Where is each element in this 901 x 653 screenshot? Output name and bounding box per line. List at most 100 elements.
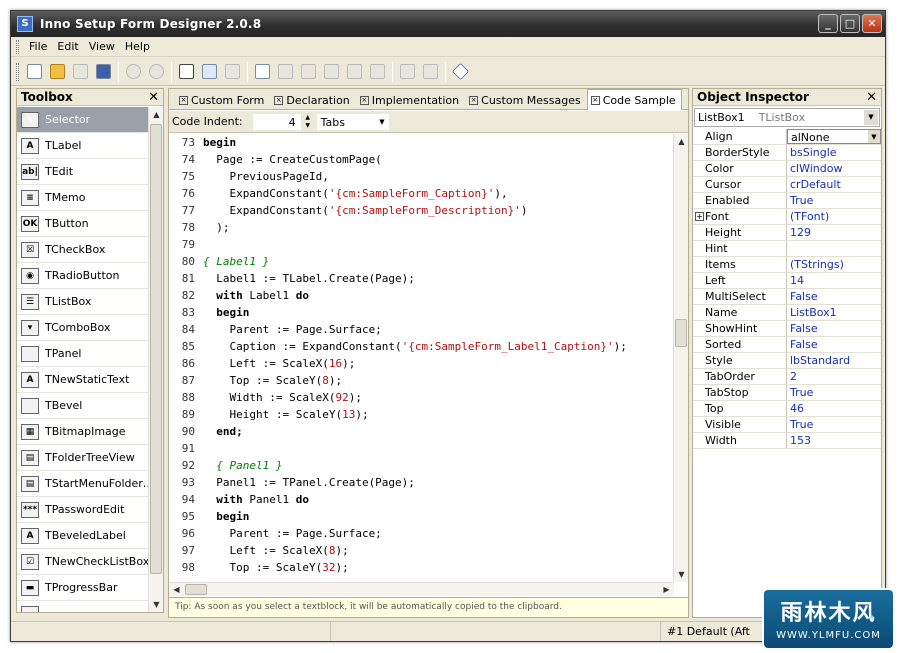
toolbox-item[interactable]: ☰ TListBox	[17, 289, 148, 315]
code-vertical-scrollbar[interactable]: ▲ ▼	[673, 134, 688, 582]
property-row[interactable]: Top 46	[693, 401, 881, 417]
scroll-right-icon[interactable]: ▶	[659, 583, 674, 596]
chevron-down-icon[interactable]: ▼	[868, 130, 880, 143]
property-value[interactable]: False	[787, 289, 881, 304]
property-row[interactable]: MultiSelect False	[693, 289, 881, 305]
property-value[interactable]: 46	[787, 401, 881, 416]
property-value[interactable]: alNone ▼	[787, 129, 881, 144]
tab-close-icon[interactable]: ×	[274, 95, 284, 105]
property-value[interactable]: True	[787, 417, 881, 432]
property-value[interactable]: crDefault	[787, 177, 881, 192]
scroll-down-icon[interactable]: ▼	[674, 567, 689, 582]
property-value[interactable]: 153	[787, 433, 881, 448]
tab-close-icon[interactable]: ×	[469, 95, 479, 105]
lock-icon[interactable]	[419, 61, 441, 83]
expand-icon[interactable]: +	[695, 212, 704, 221]
property-row[interactable]: + Font (TFont)	[693, 209, 881, 225]
tab-code-sample[interactable]: × Code Sample	[586, 89, 682, 110]
toolbox-item[interactable]: ab| TEdit	[17, 159, 148, 185]
cut-icon[interactable]	[175, 61, 197, 83]
tab-declaration[interactable]: × Declaration	[270, 90, 355, 109]
property-value[interactable]: False	[787, 337, 881, 352]
property-value[interactable]: True	[787, 385, 881, 400]
property-row[interactable]: Cursor crDefault	[693, 177, 881, 193]
toolbox-item[interactable]: A TNewStaticText	[17, 367, 148, 393]
indent-stepper[interactable]: ▲ ▼	[303, 114, 313, 130]
toolbox-item[interactable]: ↖ Selector	[17, 107, 148, 133]
toolbox-item[interactable]: ≡ TMemo	[17, 185, 148, 211]
property-value[interactable]: 2	[787, 369, 881, 384]
property-row[interactable]: TabStop True	[693, 385, 881, 401]
toolbox-item[interactable]: OK TButton	[17, 211, 148, 237]
menu-edit[interactable]: Edit	[52, 40, 83, 53]
property-row[interactable]: Items (TStrings)	[693, 257, 881, 273]
property-value[interactable]: True	[787, 193, 881, 208]
toolbox-item[interactable]: TPanel	[17, 341, 148, 367]
tab-close-icon[interactable]: ×	[179, 95, 188, 105]
close-button[interactable]: ✕	[862, 14, 882, 33]
scroll-left-icon[interactable]: ◀	[169, 583, 184, 596]
send-back-icon[interactable]	[297, 61, 319, 83]
maximize-button[interactable]: □	[840, 14, 860, 33]
property-row[interactable]: Align alNone ▼	[693, 129, 881, 145]
property-row[interactable]: Name ListBox1	[693, 305, 881, 321]
align-grid-icon[interactable]	[251, 61, 273, 83]
scroll-thumb[interactable]	[150, 124, 162, 574]
toolbox-item[interactable]: ▬ TProgressBar	[17, 575, 148, 601]
property-value[interactable]: False	[787, 321, 881, 336]
property-row[interactable]: Enabled True	[693, 193, 881, 209]
toolbox-item[interactable]: A TLabel	[17, 133, 148, 159]
property-row[interactable]: Sorted False	[693, 337, 881, 353]
grid-icon[interactable]	[366, 61, 388, 83]
duplicate-icon[interactable]	[396, 61, 418, 83]
tab-implementation[interactable]: × Implementation	[356, 90, 465, 109]
save-icon[interactable]	[69, 61, 91, 83]
undo-icon[interactable]	[122, 61, 144, 83]
property-value[interactable]: (TFont)	[787, 209, 881, 224]
scroll-thumb[interactable]	[185, 584, 207, 595]
property-value[interactable]: clWindow	[787, 161, 881, 176]
toolbox-item[interactable]: ☒ TCheckBox	[17, 237, 148, 263]
property-value[interactable]: (TStrings)	[787, 257, 881, 272]
indent-unit-select[interactable]: Tabs ▼	[316, 113, 389, 130]
property-row[interactable]: Width 153	[693, 433, 881, 449]
property-value[interactable]: 14	[787, 273, 881, 288]
property-row[interactable]: Height 129	[693, 225, 881, 241]
toolbox-item[interactable]: A TBeveledLabel	[17, 523, 148, 549]
property-row[interactable]: BorderStyle bsSingle	[693, 145, 881, 161]
menu-view[interactable]: View	[84, 40, 120, 53]
menu-file[interactable]: File	[24, 40, 52, 53]
toolbox-scrollbar[interactable]: ▲ ▼	[148, 107, 163, 612]
toolbox-item[interactable]: ▤ TStartMenuFolder…	[17, 471, 148, 497]
toolbox-item[interactable]: ◉ TRadioButton	[17, 263, 148, 289]
toolbox-item[interactable]: ☑ TNewCheckListBox	[17, 549, 148, 575]
property-row[interactable]: TabOrder 2	[693, 369, 881, 385]
property-value[interactable]: 129	[787, 225, 881, 240]
title-bar[interactable]: S Inno Setup Form Designer 2.0.8 _ □ ✕	[11, 11, 885, 37]
toolbox-item[interactable]: ▦ TBitmapImage	[17, 419, 148, 445]
toolbox-item[interactable]: ▤ TFolderTreeView	[17, 445, 148, 471]
minimize-button[interactable]: _	[818, 14, 838, 33]
code-area[interactable]: 73 begin 74 Page := CreateCustomPage(75 Pr…	[169, 134, 674, 582]
copy-icon[interactable]	[198, 61, 220, 83]
property-value[interactable]: ListBox1	[787, 305, 881, 320]
align-middle-icon[interactable]	[343, 61, 365, 83]
property-row[interactable]: Left 14	[693, 273, 881, 289]
property-row[interactable]: Style lbStandard	[693, 353, 881, 369]
align-center-icon[interactable]	[320, 61, 342, 83]
tab-close-icon[interactable]: ×	[590, 95, 600, 105]
scroll-thumb[interactable]	[675, 319, 687, 347]
chevron-down-icon[interactable]: ▼	[864, 110, 878, 125]
scroll-up-icon[interactable]: ▲	[149, 107, 164, 122]
diamond-icon[interactable]	[449, 61, 471, 83]
property-value[interactable]	[787, 241, 881, 256]
indent-input[interactable]: 4	[252, 113, 301, 130]
property-row[interactable]: Color clWindow	[693, 161, 881, 177]
close-icon[interactable]: ✕	[866, 90, 877, 105]
redo-icon[interactable]	[145, 61, 167, 83]
save-as-icon[interactable]	[92, 61, 114, 83]
object-selector[interactable]: ListBox1 TListBox ▼	[694, 108, 880, 127]
code-horizontal-scrollbar[interactable]: ◀ ▶	[169, 582, 674, 596]
tab-close-icon[interactable]: ×	[359, 95, 369, 105]
property-row[interactable]: Visible True	[693, 417, 881, 433]
